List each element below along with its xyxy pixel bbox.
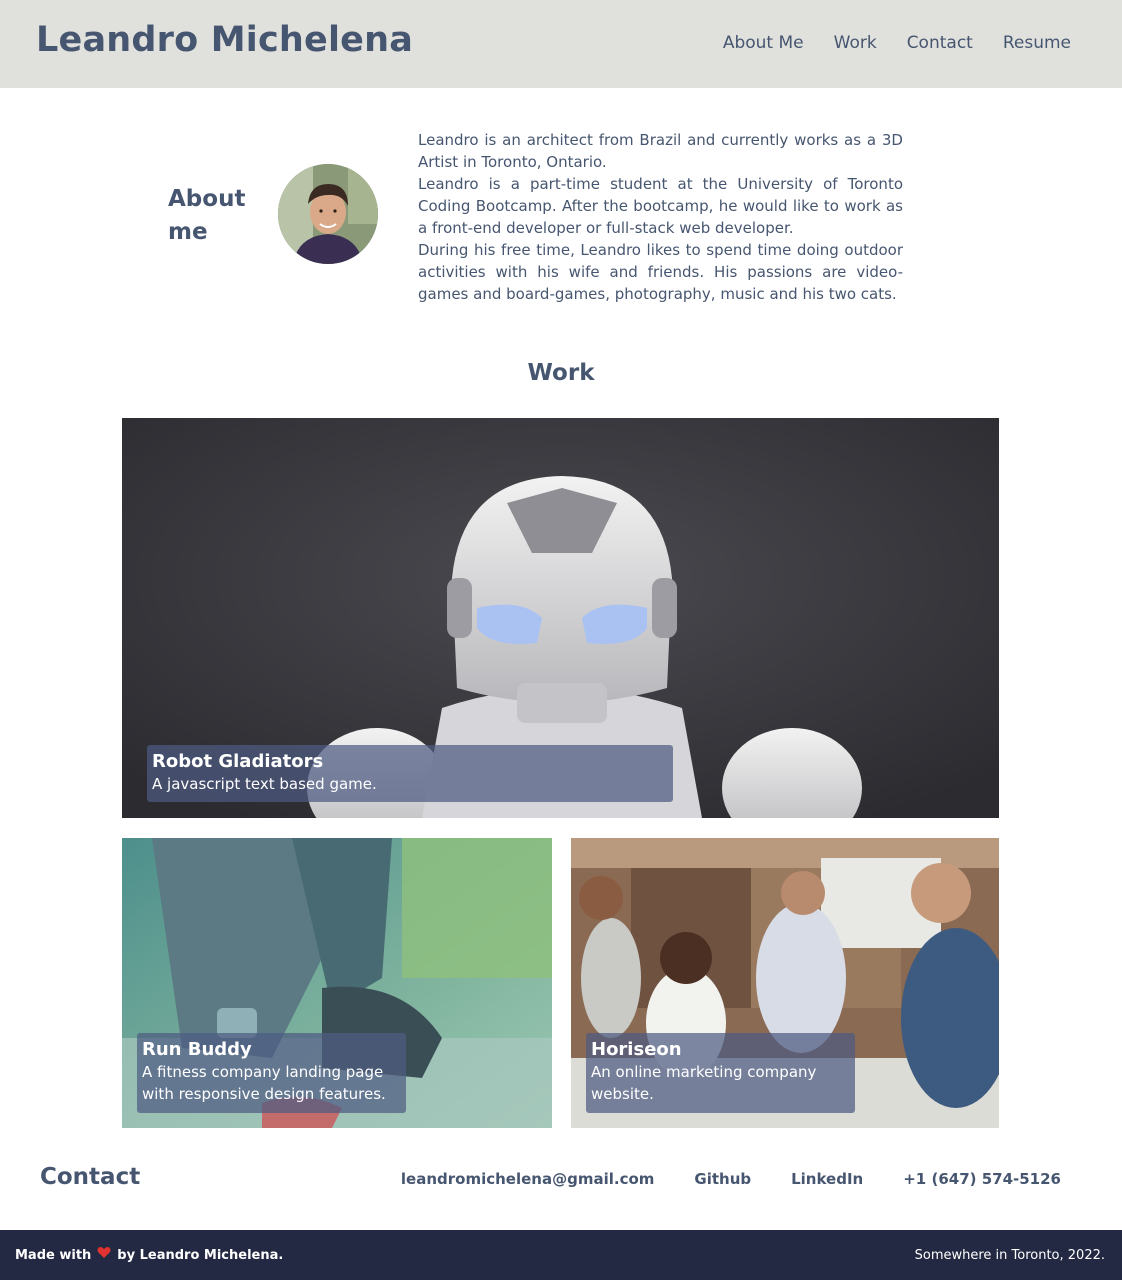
contact-links: leandromichelena@gmail.com Github Linked… xyxy=(401,1170,1061,1188)
footer-location: Somewhere in Toronto, 2022. xyxy=(914,1248,1105,1263)
footer-made-with: Made with xyxy=(15,1248,92,1263)
work-heading: Work xyxy=(527,360,595,386)
project-title: Run Buddy xyxy=(142,1039,252,1060)
nav-contact[interactable]: Contact xyxy=(907,33,973,53)
contact-phone-link[interactable]: +1 (647) 574-5126 xyxy=(903,1170,1061,1188)
footer-by: by Leandro Michelena. xyxy=(117,1248,284,1263)
about-paragraph: Leandro is an architect from Brazil and … xyxy=(418,131,903,171)
site-title: Leandro Michelena xyxy=(36,20,414,60)
avatar xyxy=(278,164,378,264)
about-text: Leandro is an architect from Brazil and … xyxy=(418,129,903,305)
project-card-run-buddy[interactable]: Run Buddy A fitness company landing page… xyxy=(122,838,552,1128)
contact-heading: Contact xyxy=(40,1164,141,1190)
nav-resume[interactable]: Resume xyxy=(1003,33,1071,53)
site-header: Leandro Michelena About Me Work Contact … xyxy=(0,0,1122,88)
project-card-robot-gladiators[interactable]: Robot Gladiators A javascript text based… xyxy=(122,418,999,818)
project-caption: Robot Gladiators A javascript text based… xyxy=(147,745,673,802)
project-caption: Horiseon An online marketing company web… xyxy=(586,1033,855,1113)
project-title: Robot Gladiators xyxy=(152,751,324,772)
project-title: Horiseon xyxy=(591,1039,682,1060)
project-description: A javascript text based game. xyxy=(152,775,377,793)
profile-photo-icon xyxy=(278,164,378,264)
project-description: A fitness company landing page with resp… xyxy=(142,1063,386,1103)
about-paragraph: During his free time, Leandro likes to s… xyxy=(418,241,903,303)
nav-about-me[interactable]: About Me xyxy=(723,33,804,53)
nav-work[interactable]: Work xyxy=(834,33,877,53)
contact-linkedin-link[interactable]: LinkedIn xyxy=(791,1170,863,1188)
about-heading: About me xyxy=(168,186,246,245)
main-nav: About Me Work Contact Resume xyxy=(723,33,1071,53)
project-caption: Run Buddy A fitness company landing page… xyxy=(137,1033,406,1113)
project-description: An online marketing company website. xyxy=(591,1063,817,1103)
footer-credit: Made with by Leandro Michelena. xyxy=(15,1247,284,1263)
project-card-horiseon[interactable]: Horiseon An online marketing company web… xyxy=(571,838,999,1128)
about-paragraph: Leandro is a part-time student at the Un… xyxy=(418,175,903,237)
heart-icon xyxy=(97,1247,111,1258)
contact-github-link[interactable]: Github xyxy=(694,1170,751,1188)
contact-email-link[interactable]: leandromichelena@gmail.com xyxy=(401,1170,654,1188)
site-footer: Made with by Leandro Michelena. Somewher… xyxy=(0,1230,1122,1280)
